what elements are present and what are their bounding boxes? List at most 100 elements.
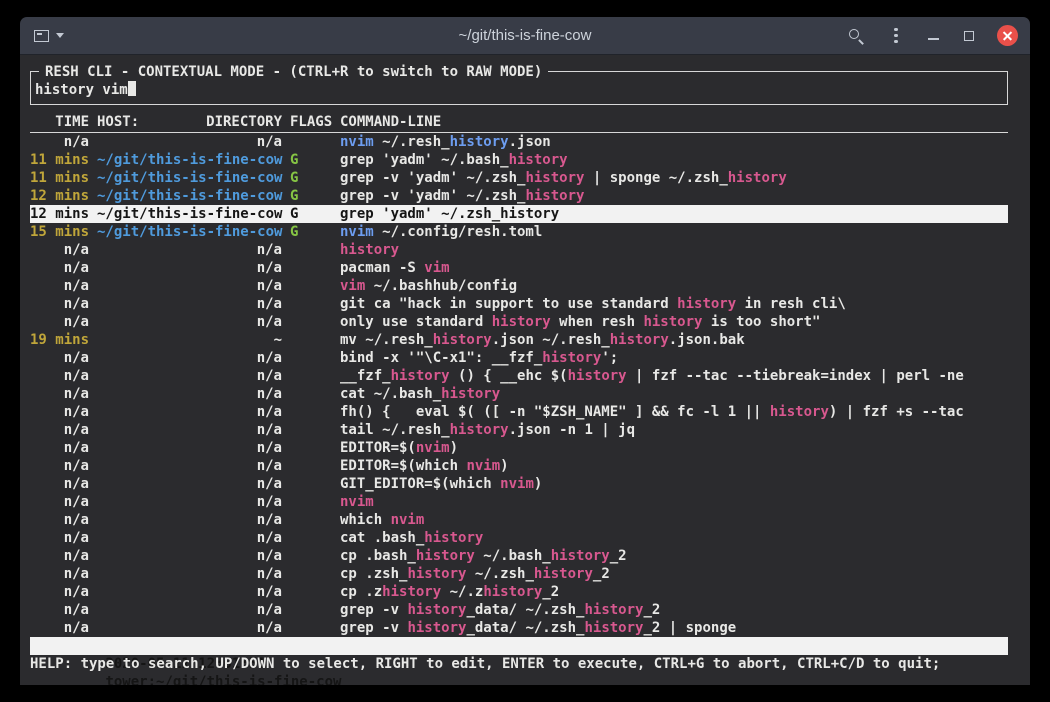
command-segment: only use standard: [340, 314, 492, 330]
history-row[interactable]: n/an/agrep -v history_data/ ~/.zsh_histo…: [30, 601, 1008, 619]
row-command: only use standard history when resh hist…: [340, 313, 1008, 331]
history-row[interactable]: n/an/acp .bash_history ~/.bash_history_2: [30, 547, 1008, 565]
header-flags: FLAGS: [290, 113, 332, 132]
chevron-down-icon: [56, 33, 64, 38]
column-gap: [282, 313, 290, 331]
column-gap: [89, 565, 97, 583]
row-flags: [290, 493, 332, 511]
history-row[interactable]: n/an/a__fzf_history () { __ehc $(history…: [30, 367, 1008, 385]
row-time: n/a: [30, 565, 89, 583]
history-row[interactable]: 11 mins~/git/this-is-fine-cowGgrep 'yadm…: [30, 151, 1008, 169]
history-row[interactable]: 11 mins~/git/this-is-fine-cowGgrep -v 'y…: [30, 169, 1008, 187]
column-gap: [282, 295, 290, 313]
command-segment: | fzf --tac --tiebreak=index | perl -ne: [627, 368, 964, 384]
search-button[interactable]: [845, 25, 866, 46]
history-row[interactable]: 12 mins~/git/this-is-fine-cowGgrep 'yadm…: [30, 205, 1008, 223]
column-gap: [282, 367, 290, 385]
column-gap: [89, 205, 97, 223]
history-row[interactable]: n/an/atail ~/.resh_history.json -n 1 | j…: [30, 421, 1008, 439]
history-row[interactable]: n/an/aGIT_EDITOR=$(which nvim): [30, 475, 1008, 493]
row-directory: n/a: [97, 241, 282, 259]
column-gap: [89, 113, 97, 132]
maximize-button[interactable]: [962, 29, 976, 43]
history-row[interactable]: n/an/avim ~/.bashhub/config: [30, 277, 1008, 295]
row-command: git ca "hack in support to use standard …: [340, 295, 1008, 313]
row-time: n/a: [30, 493, 89, 511]
row-time: n/a: [30, 133, 89, 151]
row-flags: G: [290, 151, 332, 169]
history-row[interactable]: n/an/acat ~/.bash_history: [30, 385, 1008, 403]
command-segment: .json.bak: [669, 332, 745, 348]
history-row[interactable]: n/an/acp .zsh_history ~/.zsh_history_2: [30, 565, 1008, 583]
history-row[interactable]: n/an/afh() { eval $( ([ -n "$ZSH_NAME" ]…: [30, 403, 1008, 421]
history-row[interactable]: n/an/abind -x '"\C-x1": __fzf_history';: [30, 349, 1008, 367]
row-directory: ~/git/this-is-fine-cow: [97, 169, 282, 187]
command-segment: ) | fzf +s --tac: [829, 404, 964, 420]
command-segment: history: [728, 170, 787, 186]
row-directory: n/a: [97, 313, 282, 331]
column-gap: [89, 511, 97, 529]
row-time: n/a: [30, 277, 89, 295]
history-row[interactable]: n/an/acat .bash_history: [30, 529, 1008, 547]
new-terminal-button[interactable]: [32, 28, 66, 44]
command-segment: nvim: [500, 476, 534, 492]
close-button[interactable]: [997, 25, 1018, 46]
history-row[interactable]: n/an/aEDITOR=$(nvim): [30, 439, 1008, 457]
command-segment: history: [441, 386, 500, 402]
status-bar: 2020-05-11 12:01:51 tower:~/git/this-is-…: [30, 637, 1008, 655]
history-row[interactable]: n/an/aonly use standard history when res…: [30, 313, 1008, 331]
row-command: grep 'yadm' ~/.bash_history: [340, 151, 1008, 169]
history-row[interactable]: n/an/aEDITOR=$(which nvim): [30, 457, 1008, 475]
row-flags: [290, 313, 332, 331]
history-row[interactable]: n/an/apacman -S vim: [30, 259, 1008, 277]
history-row[interactable]: n/an/anvim ~/.resh_history.json: [30, 133, 1008, 151]
command-segment: git ca "hack in support to use standard: [340, 296, 677, 312]
column-gap: [89, 403, 97, 421]
column-gap: [282, 113, 290, 132]
history-row[interactable]: n/an/agit ca "hack in support to use sta…: [30, 295, 1008, 313]
command-segment: .json -n 1 | jq: [509, 422, 635, 438]
history-row[interactable]: n/an/anvim: [30, 493, 1008, 511]
row-directory: ~/git/this-is-fine-cow: [97, 151, 282, 169]
help-line: HELP: type to search, UP/DOWN to select,…: [30, 655, 1008, 673]
minimize-icon: [928, 38, 939, 40]
row-command: mv ~/.resh_history.json ~/.resh_history.…: [340, 331, 1008, 349]
status-location: tower:~/git/this-is-fine-cow: [105, 674, 341, 685]
column-gap: [89, 223, 97, 241]
command-segment: vim: [424, 260, 449, 276]
column-gap: [282, 349, 290, 367]
row-flags: [290, 349, 332, 367]
row-flags: [290, 277, 332, 295]
command-segment: nvim: [340, 224, 374, 240]
command-segment: history: [450, 134, 509, 150]
menu-button[interactable]: [887, 26, 905, 45]
command-segment: ~/.bash_: [475, 548, 551, 564]
column-gap: [89, 385, 97, 403]
history-row[interactable]: n/an/acp .zhistory ~/.zhistory_2: [30, 583, 1008, 601]
row-flags: G: [290, 223, 332, 241]
row-flags: [290, 619, 332, 637]
search-query: history vim: [35, 82, 128, 98]
minimize-button[interactable]: [926, 33, 941, 39]
column-gap: [89, 601, 97, 619]
history-row[interactable]: 12 mins~/git/this-is-fine-cowGgrep -v 'y…: [30, 187, 1008, 205]
row-time: n/a: [30, 511, 89, 529]
command-segment: _data/ ~/.zsh_: [466, 602, 584, 618]
command-segment: history: [500, 206, 559, 222]
history-row[interactable]: 19 mins~mv ~/.resh_history.json ~/.resh_…: [30, 331, 1008, 349]
history-row[interactable]: n/an/agrep -v history_data/ ~/.zsh_histo…: [30, 619, 1008, 637]
column-gap: [89, 493, 97, 511]
text-cursor: [128, 81, 136, 96]
row-flags: [290, 601, 332, 619]
command-segment: cp .z: [340, 584, 382, 600]
table-header: TIME HOST: DIRECTORY FLAGS COMMAND-LINE: [30, 113, 1008, 133]
command-segment: | sponge ~/.zsh_: [584, 170, 727, 186]
history-row[interactable]: n/an/ahistory: [30, 241, 1008, 259]
row-directory: n/a: [97, 547, 282, 565]
row-flags: G: [290, 169, 332, 187]
history-row[interactable]: 15 mins~/git/this-is-fine-cowGnvim ~/.co…: [30, 223, 1008, 241]
row-directory: n/a: [97, 619, 282, 637]
history-row[interactable]: n/an/awhich nvim: [30, 511, 1008, 529]
command-segment: grep 'yadm' ~/.zsh_: [340, 206, 500, 222]
row-time: 11 mins: [30, 169, 89, 187]
